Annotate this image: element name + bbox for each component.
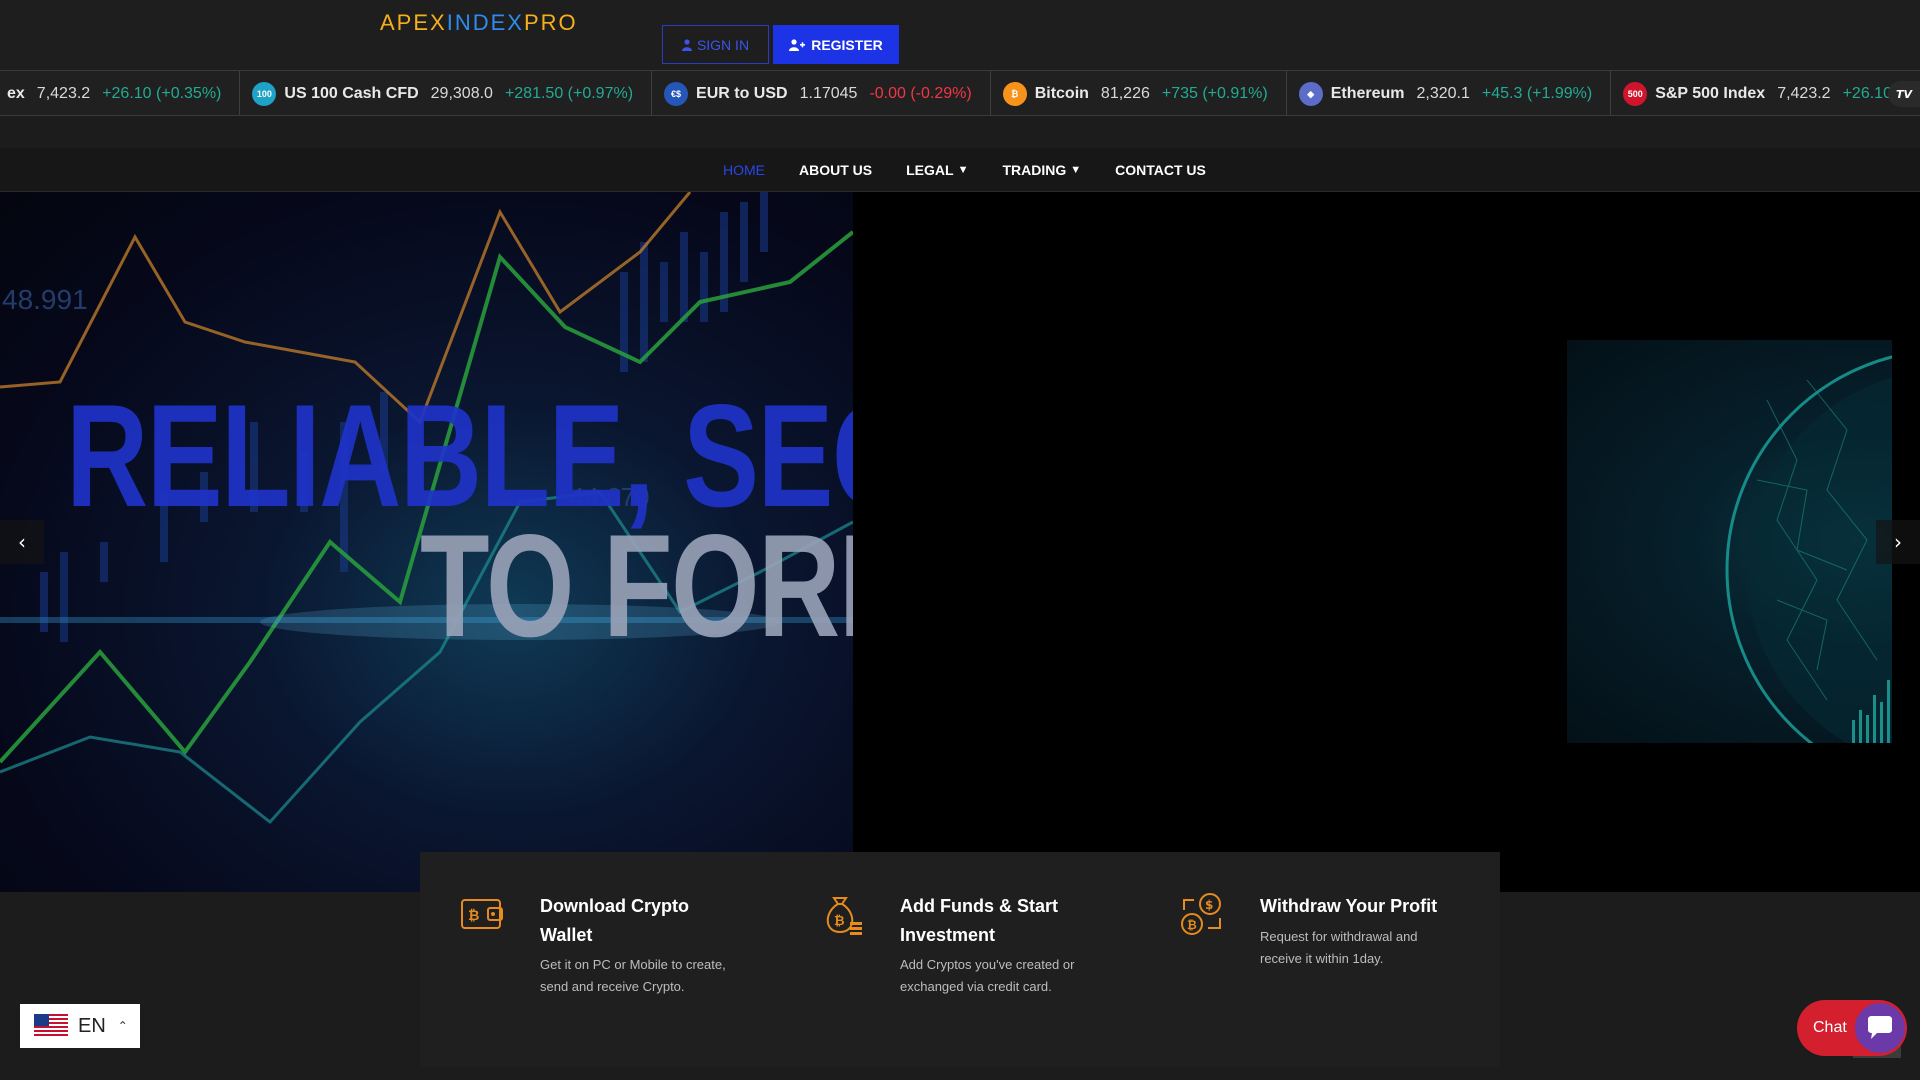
site-header: APEXINDEXPRO SIGN IN REGISTER bbox=[0, 0, 1920, 70]
feature-description: Add Cryptos you've created or exchanged … bbox=[900, 957, 1075, 994]
hero-chart-number: 48.991 bbox=[2, 284, 88, 315]
asset-logo-icon: €$ bbox=[664, 82, 689, 106]
feature-title: Add Funds & Start Investment bbox=[900, 896, 1058, 945]
feature-title: Download Crypto Wallet bbox=[540, 896, 689, 945]
nav-home[interactable]: HOME bbox=[723, 162, 765, 178]
slider-prev-button[interactable]: ‹ bbox=[0, 520, 44, 564]
exchange-coins-icon: $ ₿ bbox=[1181, 893, 1221, 935]
ticker-symbol-name: S&P 500 Index bbox=[1655, 85, 1766, 102]
chevron-down-icon: ▼ bbox=[957, 164, 969, 176]
ticker-symbol-name: Bitcoin bbox=[1034, 85, 1089, 102]
market-ticker[interactable]: ex 7,423.2 +26.10 (+0.35%) 100 US 100 Cash C… bbox=[0, 70, 1920, 116]
hero-headline-line2: TO FOREX bbox=[420, 504, 853, 667]
ticker-price: 7,423.2 bbox=[1777, 85, 1831, 102]
ticker-symbol-name: EUR to USD bbox=[696, 85, 788, 102]
ticker-price: 81,226 bbox=[1100, 85, 1150, 102]
chat-widget-button[interactable]: Chat bbox=[1797, 1000, 1907, 1056]
nav-contact-us[interactable]: CONTACT US bbox=[1115, 162, 1206, 178]
chat-bubble-icon bbox=[1855, 1003, 1905, 1053]
asset-logo-icon: 100 bbox=[252, 82, 277, 106]
language-selector[interactable]: EN ⌃ bbox=[20, 1004, 140, 1048]
ticker-symbol-name: ex bbox=[7, 85, 25, 102]
register-button[interactable]: REGISTER bbox=[773, 25, 899, 64]
nav-about-us[interactable]: ABOUT US bbox=[799, 162, 872, 178]
globe-graphic bbox=[1725, 355, 1892, 743]
features-panel: ₿ Download Crypto Wallet Get it on PC or… bbox=[420, 852, 1500, 1066]
svg-text:₿: ₿ bbox=[834, 914, 845, 929]
nav-trading[interactable]: TRADING ▼ bbox=[1002, 162, 1081, 178]
ticker-change: +26.10 (+0.35%) bbox=[102, 85, 222, 102]
hero-slide-image: 48.991 44.670 RELIABLE, SECU TO FOREX bbox=[0, 192, 853, 892]
ticker-price: 29,308.0 bbox=[430, 85, 493, 102]
ticker-change: +735 (+0.91%) bbox=[1161, 85, 1268, 102]
feature-description: Request for withdrawal and receive it wi… bbox=[1260, 929, 1418, 966]
ticker-symbol-name: US 100 Cash CFD bbox=[284, 85, 419, 102]
user-plus-icon bbox=[789, 38, 806, 51]
site-logo[interactable]: APEXINDEXPRO bbox=[380, 10, 578, 36]
ticker-item[interactable]: ₿ Bitcoin 81,226 +735 (+0.91%) bbox=[991, 71, 1287, 115]
nav-legal[interactable]: LEGAL ▼ bbox=[906, 162, 968, 178]
asset-logo-icon: ₿ bbox=[1002, 82, 1027, 106]
hero-globe-image bbox=[1567, 340, 1892, 743]
user-icon bbox=[681, 38, 692, 51]
ticker-item[interactable]: 500 S&P 500 Index 7,423.2 +26.10 bbox=[1611, 71, 1910, 115]
feature-description: Get it on PC or Mobile to create, send a… bbox=[540, 957, 726, 994]
slider-next-button[interactable]: › bbox=[1876, 520, 1920, 564]
chevron-right-icon: › bbox=[1894, 530, 1902, 554]
asset-logo-icon: 500 bbox=[1623, 82, 1648, 106]
tradingview-logo-icon[interactable]: TV bbox=[1888, 81, 1920, 107]
svg-text:₿: ₿ bbox=[468, 908, 479, 924]
chat-label: Chat bbox=[1813, 1019, 1847, 1036]
svg-text:₿: ₿ bbox=[1187, 918, 1197, 932]
chevron-left-icon: ‹ bbox=[18, 530, 26, 554]
ticker-item[interactable]: €$ EUR to USD 1.17045 -0.00 (-0.29%) bbox=[652, 71, 991, 115]
ticker-price: 2,320.1 bbox=[1416, 85, 1470, 102]
language-code: EN bbox=[78, 1014, 106, 1037]
chevron-down-icon: ▼ bbox=[1070, 164, 1082, 176]
ticker-change: +45.3 (+1.99%) bbox=[1481, 85, 1593, 102]
asset-logo-icon: ◆ bbox=[1298, 82, 1323, 106]
crypto-wallet-icon: ₿ bbox=[461, 899, 503, 929]
us-flag-icon bbox=[34, 1014, 68, 1038]
ticker-item[interactable]: ◆ Ethereum 2,320.1 +45.3 (+1.99%) bbox=[1287, 71, 1612, 115]
money-bag-icon: ₿ bbox=[826, 897, 862, 935]
ticker-track: ex 7,423.2 +26.10 (+0.35%) 100 US 100 Cash C… bbox=[0, 71, 1910, 115]
sign-in-button[interactable]: SIGN IN bbox=[662, 25, 769, 64]
svg-text:$: $ bbox=[1205, 898, 1213, 912]
ticker-symbol-name: Ethereum bbox=[1330, 85, 1405, 102]
main-navigation: HOME ABOUT US LEGAL ▼ TRADING ▼ CONTACT US bbox=[0, 148, 1920, 192]
ticker-price: 7,423.2 bbox=[36, 85, 91, 102]
hero-slider: 48.991 44.670 RELIABLE, SECU TO FOREX ‹ … bbox=[0, 192, 1920, 892]
ticker-change: -0.00 (-0.29%) bbox=[869, 85, 972, 102]
feature-title: Withdraw Your Profit bbox=[1260, 896, 1438, 916]
ticker-change: +281.50 (+0.97%) bbox=[504, 85, 634, 102]
ticker-item[interactable]: ex 7,423.2 +26.10 (+0.35%) bbox=[0, 71, 241, 115]
ticker-change: +26.10 bbox=[1842, 85, 1892, 102]
ticker-item[interactable]: 100 US 100 Cash CFD 29,308.0 +281.50 (+0.97… bbox=[240, 71, 653, 115]
chevron-up-icon: ⌃ bbox=[117, 1019, 128, 1033]
ticker-price: 1.17045 bbox=[799, 85, 858, 102]
